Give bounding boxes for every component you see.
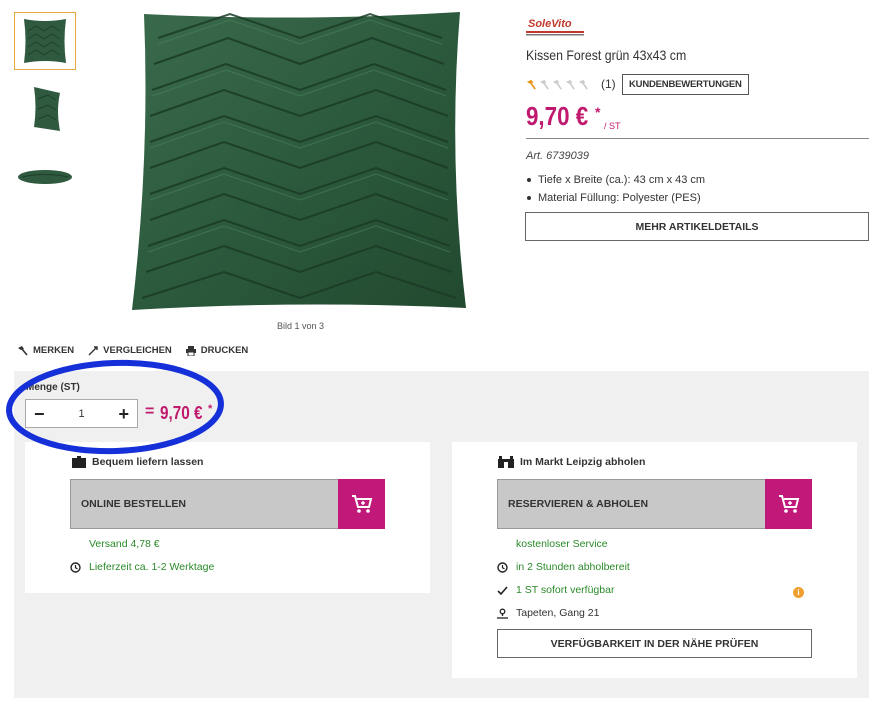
product-price: 9,70 € — [526, 101, 589, 131]
check-nearby-availability-button[interactable]: VERFÜGBARKEIT IN DER NÄHE PRÜFEN — [497, 629, 812, 658]
quantity-value[interactable]: 1 — [78, 408, 84, 420]
hammer-icon — [565, 79, 575, 90]
pickup-ready-time: in 2 Stunden abholbereit — [497, 561, 630, 573]
free-service-text: kostenloser Service — [516, 538, 608, 550]
spec-item: Material Füllung: Polyester (PES) — [526, 189, 705, 207]
delivery-time-text: Lieferzeit ca. 1-2 Werktage — [89, 561, 215, 573]
checkmark-icon — [497, 585, 508, 595]
drucken-label: DRUCKEN — [200, 345, 249, 356]
total-price: 9,70 € — [160, 403, 203, 423]
online-cart-button[interactable] — [338, 479, 385, 529]
hammer-icon — [578, 79, 588, 90]
brand-logo-text: SoleVito — [528, 18, 572, 30]
cart-icon — [351, 495, 372, 513]
spec-list: Tiefe x Breite (ca.): 43 cm x 43 cm Mate… — [526, 171, 705, 207]
online-order-heading-text: Bequem liefern lassen — [92, 456, 204, 468]
brand-logo: SoleVito — [526, 18, 584, 36]
delivery-time: Lieferzeit ca. 1-2 Werktage — [70, 561, 214, 573]
rating-count: (1) — [601, 77, 616, 91]
quantity-label: Menge (ST) — [26, 382, 80, 393]
equals-sign: = — [145, 403, 155, 420]
store-pickup-heading-text: Im Markt Leipzig abholen — [520, 456, 646, 468]
thumbnail-2[interactable] — [14, 80, 76, 138]
clock-icon — [497, 561, 508, 573]
free-service: kostenloser Service — [516, 538, 608, 550]
hammer-icon — [552, 79, 562, 90]
store-pickup-heading: Im Markt Leipzig abholen — [498, 456, 645, 468]
vergleichen-label: VERGLEICHEN — [103, 345, 172, 356]
spec-item: Tiefe x Breite (ca.): 43 cm x 43 cm — [526, 171, 705, 189]
pillow-thumbnail-image — [24, 19, 66, 63]
rating-stars[interactable]: (1) — [526, 77, 616, 91]
drucken-link[interactable]: DRUCKEN — [185, 345, 249, 356]
store-location-text: Tapeten, Gang 21 — [516, 607, 600, 619]
quantity-plus-button[interactable]: + — [118, 405, 129, 423]
shipping-cost: Versand 4,78 € — [89, 538, 160, 550]
reserve-pickup-button[interactable]: RESERVIEREN & ABHOLEN — [497, 479, 767, 529]
online-order-heading: Bequem liefern lassen — [72, 456, 203, 468]
clock-icon — [70, 561, 81, 573]
image-caption: Bild 1 von 3 — [277, 321, 325, 331]
thumbnail-1[interactable] — [14, 12, 76, 70]
hammer-icon — [539, 79, 549, 90]
cart-icon — [778, 495, 799, 513]
merken-link[interactable]: MERKEN — [18, 345, 74, 356]
thumbnail-3[interactable] — [14, 148, 76, 206]
store-location: Tapeten, Gang 21 — [497, 607, 599, 619]
online-order-button[interactable]: ONLINE BESTELLEN — [70, 479, 340, 529]
vergleichen-link[interactable]: VERGLEICHEN — [88, 345, 172, 356]
product-main-image[interactable] — [130, 8, 470, 318]
merken-label: MERKEN — [33, 345, 75, 356]
reviews-button[interactable]: KUNDENBEWERTUNGEN — [622, 74, 749, 95]
quantity-minus-button[interactable]: − — [34, 405, 45, 423]
quantity-stepper[interactable]: − 1 + — [25, 399, 138, 428]
store-cart-button[interactable] — [765, 479, 812, 529]
product-actions: MERKEN VERGLEICHEN DRUCKEN — [18, 345, 248, 356]
package-icon — [72, 456, 86, 468]
divider — [526, 138, 869, 139]
info-icon[interactable]: i — [793, 587, 804, 598]
price-unit: / ST — [604, 121, 621, 131]
more-details-button[interactable]: MEHR ARTIKELDETAILS — [525, 212, 869, 241]
pickup-ready-text: in 2 Stunden abholbereit — [516, 561, 630, 573]
stock-availability-text: 1 ST sofort verfügbar — [516, 584, 615, 596]
location-pin-icon — [497, 608, 508, 619]
hammer-icon — [18, 345, 28, 356]
total-price-asterisk: * — [208, 403, 213, 415]
shipping-cost-text: Versand 4,78 € — [89, 538, 160, 550]
compare-icon — [88, 345, 98, 355]
store-icon — [498, 456, 514, 468]
pillow-side-thumbnail-image — [18, 170, 72, 184]
printer-icon — [185, 345, 196, 356]
stock-availability: 1 ST sofort verfügbar — [497, 584, 614, 596]
hammer-icon — [526, 79, 536, 90]
product-title: Kissen Forest grün 43x43 cm — [526, 47, 687, 63]
pillow-angle-thumbnail-image — [34, 87, 60, 131]
article-number: Art. 6739039 — [526, 150, 589, 162]
price-asterisk: * — [595, 104, 601, 120]
